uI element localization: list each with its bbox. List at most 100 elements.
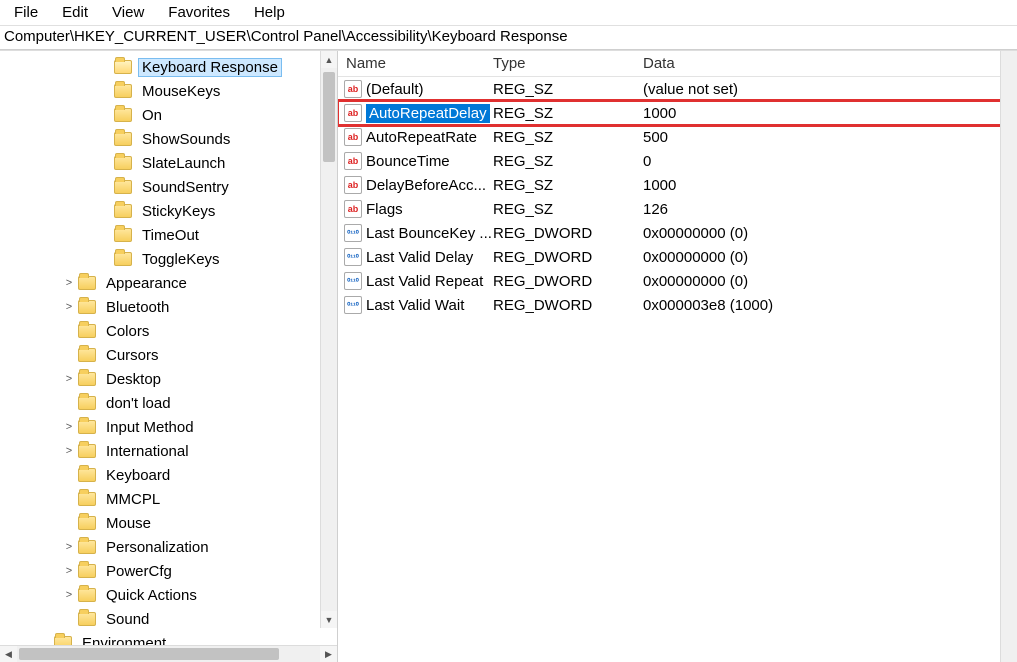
value-row-autorepeatrate[interactable]: abAutoRepeatRateREG_SZ500 — [338, 125, 1017, 149]
tree-item-personalization[interactable]: > Personalization — [0, 535, 337, 559]
scroll-thumb[interactable] — [323, 72, 335, 162]
column-header-name[interactable]: Name — [338, 55, 493, 72]
tree-item-mouse[interactable]: Mouse — [0, 511, 337, 535]
folder-icon — [114, 228, 132, 242]
menu-edit[interactable]: Edit — [54, 2, 96, 23]
scroll-left-icon[interactable]: ◀ — [0, 646, 17, 662]
folder-icon — [78, 564, 96, 578]
tree-item-environment[interactable]: Environment — [0, 631, 337, 645]
tree-item-label: MouseKeys — [138, 82, 224, 101]
folder-icon — [54, 636, 72, 645]
string-value-icon: ab — [344, 152, 362, 170]
tree-item-label: Mouse — [102, 514, 155, 533]
tree-item-slatelaunch[interactable]: SlateLaunch — [0, 151, 337, 175]
expander-icon[interactable]: > — [62, 300, 76, 314]
expander-icon[interactable]: > — [62, 276, 76, 290]
expander-icon[interactable]: > — [62, 588, 76, 602]
column-header-type[interactable]: Type — [493, 55, 643, 72]
folder-icon — [78, 300, 96, 314]
scroll-down-icon[interactable]: ▼ — [321, 611, 337, 628]
tree-item-label: Sound — [102, 610, 153, 629]
expander-icon[interactable]: > — [62, 540, 76, 554]
value-name: BounceTime — [366, 153, 450, 170]
value-name: DelayBeforeAcc... — [366, 177, 486, 194]
menu-favorites[interactable]: Favorites — [160, 2, 238, 23]
tree-item-togglekeys[interactable]: ToggleKeys — [0, 247, 337, 271]
folder-icon — [78, 588, 96, 602]
tree-item-showsounds[interactable]: ShowSounds — [0, 127, 337, 151]
value-data: 500 — [643, 129, 1017, 146]
list-vertical-scrollbar[interactable] — [1000, 51, 1017, 662]
value-row-autorepeatdelay[interactable]: abAutoRepeatDelayREG_SZ1000 — [338, 101, 1017, 125]
tree-item-mmcpl[interactable]: MMCPL — [0, 487, 337, 511]
value-row-flags[interactable]: abFlagsREG_SZ126 — [338, 197, 1017, 221]
tree-item-bluetooth[interactable]: >Bluetooth — [0, 295, 337, 319]
folder-icon — [78, 420, 96, 434]
tree-item-label: ShowSounds — [138, 130, 234, 149]
value-type: REG_DWORD — [493, 297, 643, 314]
tree-item-international[interactable]: >International — [0, 439, 337, 463]
string-value-icon: ab — [344, 200, 362, 218]
string-value-icon: ab — [344, 80, 362, 98]
value-row--default-[interactable]: ab(Default)REG_SZ(value not set) — [338, 77, 1017, 101]
folder-icon — [114, 132, 132, 146]
value-row-last-bouncekey-[interactable]: ⁰¹¹⁰Last BounceKey ...REG_DWORD0x0000000… — [338, 221, 1017, 245]
tree-item-colors[interactable]: Colors — [0, 319, 337, 343]
folder-icon — [78, 444, 96, 458]
tree-vertical-scrollbar[interactable]: ▲ ▼ — [320, 51, 337, 628]
value-data: 0x00000000 (0) — [643, 225, 1017, 242]
tree-item-sound[interactable]: Sound — [0, 607, 337, 631]
tree-item-quick-actions[interactable]: > Quick Actions — [0, 583, 337, 607]
tree-item-label: PowerCfg — [102, 562, 176, 581]
value-row-last-valid-repeat[interactable]: ⁰¹¹⁰Last Valid RepeatREG_DWORD0x00000000… — [338, 269, 1017, 293]
tree-item-label: Quick Actions — [102, 586, 201, 605]
tree-item-label: Input Method — [102, 418, 198, 437]
expander-icon[interactable]: > — [62, 420, 76, 434]
menu-help[interactable]: Help — [246, 2, 293, 23]
value-name: Last BounceKey ... — [366, 225, 492, 242]
list-header[interactable]: Name Type Data — [338, 51, 1017, 77]
value-row-last-valid-wait[interactable]: ⁰¹¹⁰Last Valid WaitREG_DWORD0x000003e8 (… — [338, 293, 1017, 317]
tree-item-keyboard[interactable]: Keyboard — [0, 463, 337, 487]
registry-tree[interactable]: Keyboard Response MouseKeys On ShowSounds Sl… — [0, 51, 337, 645]
menu-view[interactable]: View — [104, 2, 152, 23]
dword-value-icon: ⁰¹¹⁰ — [344, 224, 362, 242]
value-type: REG_SZ — [493, 177, 643, 194]
value-data: 0 — [643, 153, 1017, 170]
value-data: 0x00000000 (0) — [643, 249, 1017, 266]
value-row-bouncetime[interactable]: abBounceTimeREG_SZ0 — [338, 149, 1017, 173]
menu-bar: File Edit View Favorites Help — [0, 0, 1017, 26]
value-data: 1000 — [643, 105, 1017, 122]
tree-item-don-t-load[interactable]: don't load — [0, 391, 337, 415]
scroll-thumb-h[interactable] — [19, 648, 279, 660]
address-bar[interactable]: Computer\HKEY_CURRENT_USER\Control Panel… — [0, 26, 1017, 50]
value-row-delaybeforeacc-[interactable]: abDelayBeforeAcc...REG_SZ1000 — [338, 173, 1017, 197]
tree-horizontal-scrollbar[interactable]: ◀ ▶ — [0, 645, 337, 662]
menu-file[interactable]: File — [6, 2, 46, 23]
tree-item-appearance[interactable]: >Appearance — [0, 271, 337, 295]
folder-icon — [114, 60, 132, 74]
column-header-data[interactable]: Data — [643, 55, 1017, 72]
tree-item-soundsentry[interactable]: SoundSentry — [0, 175, 337, 199]
expander-icon[interactable]: > — [62, 564, 76, 578]
tree-item-keyboard-response[interactable]: Keyboard Response — [0, 55, 337, 79]
tree-item-desktop[interactable]: >Desktop — [0, 367, 337, 391]
tree-item-mousekeys[interactable]: MouseKeys — [0, 79, 337, 103]
tree-item-label: TimeOut — [138, 226, 203, 245]
value-row-last-valid-delay[interactable]: ⁰¹¹⁰Last Valid DelayREG_DWORD0x00000000 … — [338, 245, 1017, 269]
tree-item-cursors[interactable]: Cursors — [0, 343, 337, 367]
expander-icon[interactable]: > — [62, 444, 76, 458]
values-list[interactable]: ab(Default)REG_SZ(value not set)abAutoRe… — [338, 77, 1017, 317]
tree-item-label: SoundSentry — [138, 178, 233, 197]
tree-item-timeout[interactable]: TimeOut — [0, 223, 337, 247]
value-data: 0x000003e8 (1000) — [643, 297, 1017, 314]
scroll-up-icon[interactable]: ▲ — [321, 51, 337, 68]
dword-value-icon: ⁰¹¹⁰ — [344, 296, 362, 314]
tree-item-on[interactable]: On — [0, 103, 337, 127]
tree-item-powercfg[interactable]: > PowerCfg — [0, 559, 337, 583]
tree-item-label: Personalization — [102, 538, 213, 557]
tree-item-input-method[interactable]: > Input Method — [0, 415, 337, 439]
expander-icon[interactable]: > — [62, 372, 76, 386]
scroll-right-icon[interactable]: ▶ — [320, 646, 337, 662]
tree-item-stickykeys[interactable]: StickyKeys — [0, 199, 337, 223]
